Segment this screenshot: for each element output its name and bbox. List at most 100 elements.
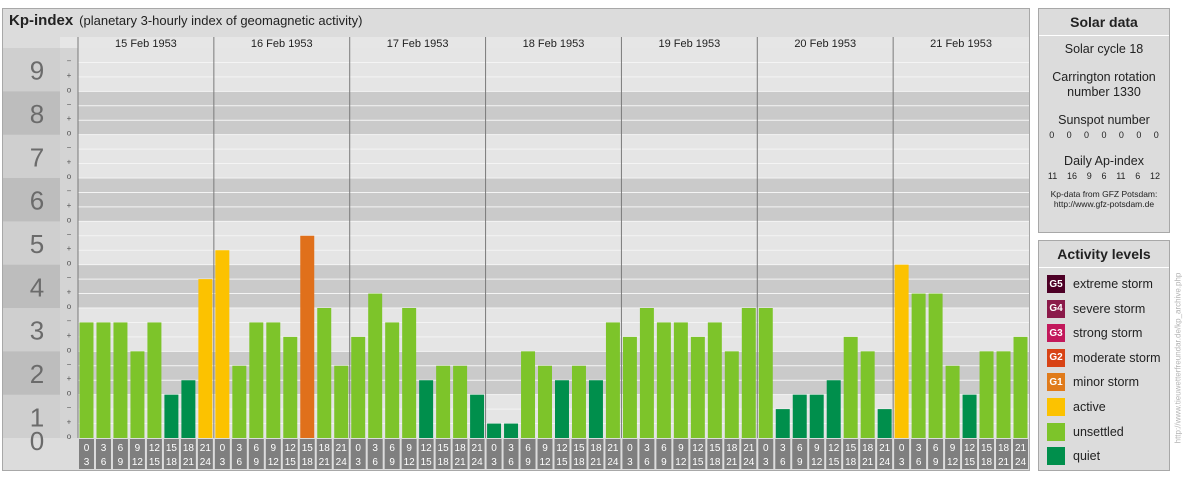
- day-label: 18 Feb 1953: [523, 38, 585, 50]
- activity-level-swatch: G3: [1047, 324, 1065, 343]
- interval-end-label: 12: [947, 457, 959, 468]
- interval-start-label: 18: [726, 443, 738, 454]
- ap-label: Daily Ap-index: [1064, 154, 1144, 168]
- activity-level-item: unsettled: [1047, 422, 1124, 441]
- interval-end-label: 6: [644, 457, 650, 468]
- minor-tick-label: −: [67, 100, 72, 109]
- interval-start-label: 21: [607, 443, 619, 454]
- activity-level-item: G1 minor storm: [1047, 373, 1139, 392]
- interval-end-label: 24: [472, 457, 484, 468]
- kp-bar: [741, 308, 756, 438]
- interval-end-label: 15: [149, 457, 161, 468]
- day-label: 20 Feb 1953: [794, 38, 856, 50]
- interval-end-label: 24: [336, 457, 348, 468]
- interval-start-label: 0: [84, 443, 90, 454]
- interval-start-label: 9: [542, 443, 548, 454]
- minor-tick-label: +: [67, 71, 72, 80]
- interval-end-label: 18: [845, 457, 857, 468]
- y-tick-label: 3: [30, 316, 44, 346]
- interval-start-label: 12: [692, 443, 704, 454]
- interval-end-label: 21: [455, 457, 467, 468]
- interval-end-label: 9: [661, 457, 667, 468]
- kp-bar: [419, 380, 434, 438]
- interval-end-label: 3: [220, 457, 226, 468]
- kp-bar: [724, 351, 739, 438]
- interval-end-label: 3: [899, 457, 905, 468]
- y-tick-label: 4: [30, 272, 44, 302]
- activity-level-label: minor storm: [1073, 375, 1139, 390]
- interval-start-label: 0: [355, 443, 361, 454]
- activity-level-label: strong storm: [1073, 326, 1143, 341]
- y-tick-label: 8: [30, 99, 44, 129]
- kp-bar: [962, 394, 977, 438]
- kp-bar: [198, 279, 213, 438]
- activity-level-label: quiet: [1073, 449, 1101, 464]
- interval-end-label: 9: [118, 457, 124, 468]
- minor-tick-label: o: [67, 302, 72, 311]
- kp-bar: [843, 336, 858, 438]
- kp-bar: [775, 409, 790, 438]
- kp-bar: [1013, 336, 1028, 438]
- kp-bar: [436, 365, 451, 438]
- activity-level-swatch: [1047, 422, 1065, 441]
- interval-start-label: 18: [455, 443, 467, 454]
- interval-end-label: 24: [200, 457, 212, 468]
- minor-tick-label: o: [67, 129, 72, 138]
- kp-bar: [809, 394, 824, 438]
- interval-start-label: 0: [627, 443, 633, 454]
- interval-start-label: 3: [101, 443, 107, 454]
- interval-end-label: 6: [237, 457, 243, 468]
- interval-end-label: 24: [607, 457, 619, 468]
- kp-bar: [792, 394, 807, 438]
- interval-start-label: 9: [950, 443, 956, 454]
- interval-start-label: 12: [149, 443, 161, 454]
- kp-bar: [979, 351, 994, 438]
- interval-start-label: 12: [421, 443, 433, 454]
- interval-start-label: 0: [899, 443, 905, 454]
- interval-end-label: 15: [692, 457, 704, 468]
- kp-bar: [894, 264, 909, 438]
- kp-bar: [79, 322, 94, 438]
- interval-end-label: 18: [573, 457, 585, 468]
- solar-cycle: Solar cycle 18: [1064, 42, 1144, 56]
- interval-end-label: 9: [525, 457, 531, 468]
- kp-bar: [283, 336, 298, 438]
- kp-bar: [758, 308, 773, 438]
- kp-bar: [470, 394, 485, 438]
- interval-start-label: 18: [862, 443, 874, 454]
- activity-level-label: severe storm: [1073, 301, 1146, 316]
- sunspot-value: 0: [1084, 130, 1090, 140]
- activity-level-swatch: [1047, 398, 1065, 416]
- minor-tick-label: −: [67, 360, 72, 369]
- activity-level-label: active: [1073, 400, 1106, 414]
- minor-tick-label: o: [67, 172, 72, 181]
- interval-start-label: 15: [573, 443, 585, 454]
- ap-values: 11 16 9 6 11 6 12: [1039, 169, 1169, 181]
- ap-value: 11: [1116, 171, 1126, 181]
- interval-end-label: 18: [302, 457, 314, 468]
- minor-tick-label: +: [67, 418, 72, 427]
- ap-value: 11: [1047, 171, 1058, 181]
- minor-tick-label: +: [67, 114, 72, 123]
- kp-bar: [588, 380, 603, 438]
- minor-tick-label: o: [67, 85, 72, 94]
- interval-end-label: 21: [590, 457, 602, 468]
- interval-end-label: 24: [743, 457, 755, 468]
- interval-start-label: 3: [916, 443, 922, 454]
- kp-bar: [164, 394, 179, 438]
- kp-bar: [317, 308, 332, 438]
- sunspot-value: 0: [1118, 130, 1124, 140]
- kp-bar: [555, 380, 569, 438]
- interval-start-label: 21: [743, 443, 755, 454]
- interval-start-label: 6: [254, 443, 260, 454]
- kp-bar: [945, 365, 960, 438]
- kp-bar: [402, 308, 417, 438]
- interval-start-label: 9: [814, 443, 820, 454]
- kp-bar: [181, 380, 196, 438]
- kp-bar: [266, 322, 281, 438]
- kp-bar: [96, 322, 111, 438]
- y-tick-label: 6: [30, 186, 44, 216]
- interval-start-label: 18: [590, 443, 602, 454]
- kp-chart-panel: Kp-index (planetary 3-hourly index of geo…: [2, 8, 1030, 471]
- interval-start-label: 0: [491, 443, 497, 454]
